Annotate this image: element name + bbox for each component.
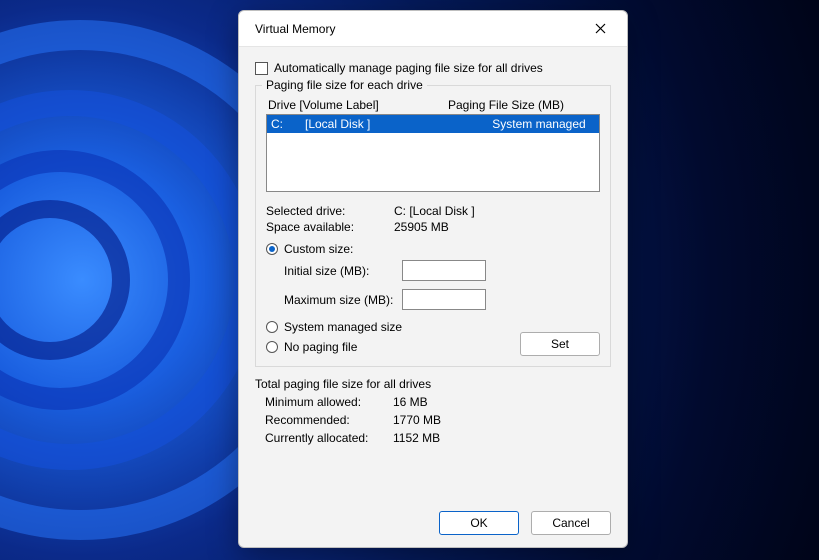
close-icon bbox=[595, 23, 606, 34]
recommended-value: 1770 MB bbox=[393, 413, 611, 427]
checkbox-box bbox=[255, 62, 268, 75]
paging-per-drive-group: Paging file size for each drive Drive [V… bbox=[255, 85, 611, 367]
group-legend: Paging file size for each drive bbox=[262, 78, 427, 92]
desktop-background: Virtual Memory Automatically manage pagi… bbox=[0, 0, 819, 560]
auto-manage-checkbox[interactable]: Automatically manage paging file size fo… bbox=[255, 61, 611, 75]
selected-drive-value: C: [Local Disk ] bbox=[394, 204, 600, 218]
radio-system-label: System managed size bbox=[284, 320, 402, 334]
selected-drive-info: Selected drive: C: [Local Disk ] Space a… bbox=[266, 204, 600, 234]
ok-button[interactable]: OK bbox=[439, 511, 519, 535]
totals-section: Total paging file size for all drives Mi… bbox=[255, 377, 611, 445]
radio-dot bbox=[266, 341, 278, 353]
dialog-footer: OK Cancel bbox=[239, 503, 627, 547]
drive-letter: C: bbox=[271, 117, 305, 131]
drive-paging-value: System managed bbox=[483, 117, 595, 131]
minimum-allowed-label: Minimum allowed: bbox=[265, 395, 393, 409]
virtual-memory-dialog: Virtual Memory Automatically manage pagi… bbox=[238, 10, 628, 548]
custom-size-inputs: Initial size (MB): Maximum size (MB): bbox=[284, 260, 600, 310]
drive-row[interactable]: C: [Local Disk ] System managed bbox=[267, 115, 599, 133]
totals-legend: Total paging file size for all drives bbox=[255, 377, 611, 391]
dialog-content: Automatically manage paging file size fo… bbox=[239, 47, 627, 503]
drive-list[interactable]: C: [Local Disk ] System managed bbox=[266, 114, 600, 192]
space-available-label: Space available: bbox=[266, 220, 394, 234]
radio-custom-size[interactable]: Custom size: bbox=[266, 242, 600, 256]
minimum-allowed-value: 16 MB bbox=[393, 395, 611, 409]
header-drive: Drive [Volume Label] bbox=[268, 98, 448, 112]
selected-drive-label: Selected drive: bbox=[266, 204, 394, 218]
radio-none-label: No paging file bbox=[284, 340, 357, 354]
maximum-size-input[interactable] bbox=[402, 289, 486, 310]
currently-allocated-label: Currently allocated: bbox=[265, 431, 393, 445]
title-bar: Virtual Memory bbox=[239, 11, 627, 47]
currently-allocated-value: 1152 MB bbox=[393, 431, 611, 445]
initial-size-label: Initial size (MB): bbox=[284, 264, 402, 278]
radio-custom-label: Custom size: bbox=[284, 242, 353, 256]
set-button[interactable]: Set bbox=[520, 332, 600, 356]
space-available-value: 25905 MB bbox=[394, 220, 600, 234]
dialog-title: Virtual Memory bbox=[255, 22, 583, 36]
radio-dot bbox=[266, 321, 278, 333]
cancel-button[interactable]: Cancel bbox=[531, 511, 611, 535]
auto-manage-label: Automatically manage paging file size fo… bbox=[274, 61, 543, 75]
radio-dot bbox=[266, 243, 278, 255]
recommended-label: Recommended: bbox=[265, 413, 393, 427]
drive-volume-label: [Local Disk ] bbox=[305, 117, 483, 131]
header-paging-size: Paging File Size (MB) bbox=[448, 98, 564, 112]
close-button[interactable] bbox=[583, 15, 617, 43]
maximum-size-label: Maximum size (MB): bbox=[284, 293, 402, 307]
initial-size-input[interactable] bbox=[402, 260, 486, 281]
drive-list-header: Drive [Volume Label] Paging File Size (M… bbox=[266, 96, 600, 114]
